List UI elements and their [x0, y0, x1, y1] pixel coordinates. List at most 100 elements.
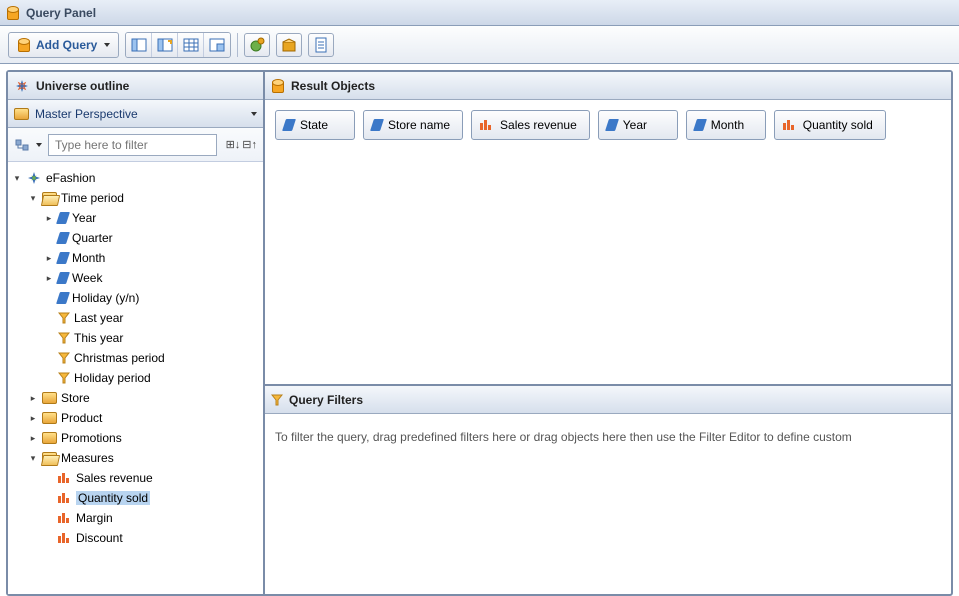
tree-folder-promotions[interactable]: Promotions: [12, 428, 259, 448]
dimension-icon: [56, 252, 70, 264]
tree-measure-sales-revenue[interactable]: Sales revenue: [12, 468, 259, 488]
folder-icon: [42, 392, 57, 404]
result-object-chip[interactable]: Month: [686, 110, 766, 140]
tree-label: Time period: [61, 191, 124, 205]
tree-measure-margin[interactable]: Margin: [12, 508, 259, 528]
tree-folder-time-period[interactable]: Time period: [12, 188, 259, 208]
tree-filter-icon[interactable]: [14, 137, 30, 153]
result-object-chip[interactable]: Year: [598, 110, 678, 140]
dimension-icon: [693, 119, 707, 131]
tree-toggle-icon[interactable]: [28, 193, 38, 204]
tree-filter-last-year[interactable]: Last year: [12, 308, 259, 328]
tree-toggle-icon[interactable]: [28, 413, 38, 424]
tree-label: Promotions: [61, 431, 122, 445]
title-bar: Query Panel: [0, 0, 959, 26]
box-icon: [281, 37, 297, 53]
cylinder-icon: [271, 79, 285, 93]
tree-label: Last year: [74, 311, 123, 325]
add-query-label: Add Query: [36, 38, 97, 52]
tree-toggle-icon[interactable]: [44, 253, 54, 264]
tree-measure-discount[interactable]: Discount: [12, 528, 259, 548]
query-filters-dropzone[interactable]: To filter the query, drag predefined fil…: [265, 414, 951, 594]
dimension-icon: [56, 292, 70, 304]
tree-label: Quarter: [72, 231, 113, 245]
tree-label: Month: [72, 251, 105, 265]
perspective-label: Master Perspective: [35, 107, 138, 121]
grid-icon: [183, 38, 199, 52]
expand-collapse-buttons[interactable]: ⊞↓ ⊟↑: [226, 138, 257, 151]
collapse-all-icon[interactable]: ⊟↑: [242, 138, 257, 151]
tree-label: Year: [72, 211, 96, 225]
chevron-down-icon[interactable]: [36, 143, 42, 147]
pane-add-icon: [157, 38, 173, 52]
query-script-button[interactable]: [276, 33, 302, 57]
chip-label: State: [300, 118, 328, 132]
tree-label: Holiday period: [74, 371, 151, 385]
tree-label: This year: [74, 331, 123, 345]
tree-filter-this-year[interactable]: This year: [12, 328, 259, 348]
tree-label: Product: [61, 411, 102, 425]
tree-toggle-icon[interactable]: [28, 453, 38, 464]
document-button[interactable]: [308, 33, 334, 57]
tree-filter-input[interactable]: [48, 134, 217, 156]
view-pane-1-button[interactable]: [126, 33, 152, 57]
tree-measure-quantity-sold[interactable]: Quantity sold: [12, 488, 259, 508]
tree-toggle-icon[interactable]: [12, 173, 22, 184]
tree-filter-holiday-period[interactable]: Holiday period: [12, 368, 259, 388]
query-filters-title: Query Filters: [289, 393, 363, 407]
result-object-chip[interactable]: Quantity sold: [774, 110, 886, 140]
perspective-selector[interactable]: Master Perspective: [8, 100, 263, 128]
tree-root[interactable]: eFashion: [12, 168, 259, 188]
preview-icon: [209, 38, 225, 52]
dimension-icon: [56, 212, 70, 224]
filter-icon: [58, 312, 70, 324]
tree-filter-bar: ⊞↓ ⊟↑: [8, 128, 263, 162]
tree-dim-year[interactable]: Year: [12, 208, 259, 228]
result-object-chip[interactable]: Store name: [363, 110, 463, 140]
tree-label: Margin: [76, 511, 113, 525]
dimension-icon: [56, 272, 70, 284]
result-objects-dropzone[interactable]: State Store name Sales revenue Year Month Qua…: [265, 100, 951, 384]
add-query-button[interactable]: Add Query: [8, 32, 119, 58]
dimension-icon: [56, 232, 70, 244]
tree-toggle-icon[interactable]: [44, 273, 54, 284]
tree-dim-quarter[interactable]: Quarter: [12, 228, 259, 248]
universe-outline-header: Universe outline: [8, 72, 263, 100]
tree-folder-product[interactable]: Product: [12, 408, 259, 428]
view-pane-2-button[interactable]: [152, 33, 178, 57]
tree-label: Sales revenue: [76, 471, 153, 485]
tree-folder-measures[interactable]: Measures: [12, 448, 259, 468]
tree-filter-christmas[interactable]: Christmas period: [12, 348, 259, 368]
result-object-chip[interactable]: State: [275, 110, 355, 140]
measure-icon: [58, 533, 72, 543]
combined-query-button[interactable]: [244, 33, 270, 57]
folder-icon: [42, 412, 57, 424]
result-objects-header: Result Objects: [265, 72, 951, 100]
tree-folder-store[interactable]: Store: [12, 388, 259, 408]
chip-label: Year: [623, 118, 647, 132]
universe-tree[interactable]: eFashion Time period Year Quarter Month: [8, 162, 263, 594]
tree-label: Quantity sold: [76, 491, 150, 505]
globe-plus-icon: [249, 37, 265, 53]
tree-dim-holiday-yn[interactable]: Holiday (y/n): [12, 288, 259, 308]
folder-open-icon: [42, 452, 57, 464]
right-panel: Result Objects State Store name Sales reve…: [265, 72, 951, 594]
result-objects-panel: Result Objects State Store name Sales reve…: [265, 72, 951, 386]
filter-icon: [271, 394, 283, 406]
filter-icon: [58, 332, 70, 344]
tree-toggle-icon[interactable]: [28, 433, 38, 444]
tree-label: Week: [72, 271, 102, 285]
tree-label: Christmas period: [74, 351, 165, 365]
expand-all-icon[interactable]: ⊞↓: [226, 138, 241, 151]
view-preview-button[interactable]: [204, 33, 230, 57]
star-universe-icon: [14, 78, 30, 94]
result-object-chip[interactable]: Sales revenue: [471, 110, 590, 140]
tree-label: Discount: [76, 531, 123, 545]
tree-label: Measures: [61, 451, 114, 465]
view-grid-button[interactable]: [178, 33, 204, 57]
tree-dim-month[interactable]: Month: [12, 248, 259, 268]
tree-toggle-icon[interactable]: [44, 213, 54, 224]
tree-dim-week[interactable]: Week: [12, 268, 259, 288]
tree-toggle-icon[interactable]: [28, 393, 38, 404]
result-objects-title: Result Objects: [291, 79, 375, 93]
